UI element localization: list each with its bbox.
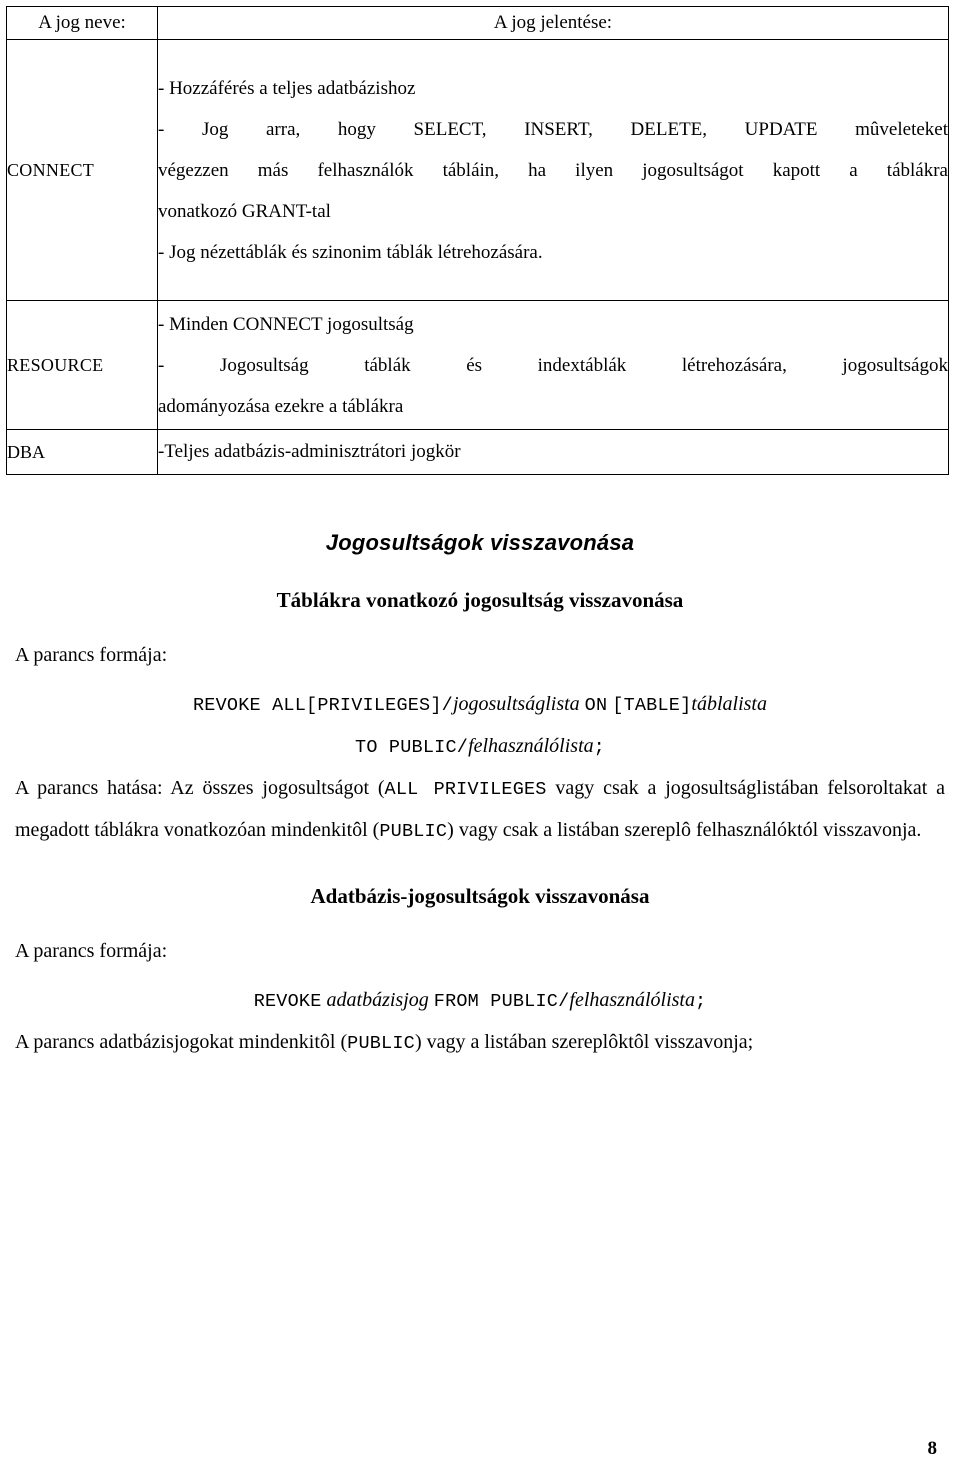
- desc-line: vonatkozó GRANT-tal: [158, 200, 331, 222]
- desc-line: - Hozzáférés a teljes adatbázishoz: [158, 77, 416, 99]
- effect-keyword-all-privileges: ALL PRIVILEGES: [384, 779, 547, 800]
- column-header-right-name: A jog neve:: [6, 6, 158, 40]
- syntax-optional-table: [TABLE]: [612, 695, 692, 716]
- command-form-label-table: A parancs formája:: [15, 644, 168, 666]
- syntax-keyword-from-public: FROM PUBLIC: [433, 991, 559, 1012]
- section-heading-table-rights: Táblákra vonatkozó jogosultság visszavon…: [276, 588, 684, 612]
- syntax-revoke-db-line1: REVOKE adatbázisjog FROM PUBLIC/felhaszn…: [0, 972, 960, 1022]
- right-name-dba: DBA: [6, 429, 158, 475]
- privileges-table: A jog neve: A jog jelentése: CONNECT - H…: [6, 6, 949, 475]
- effect-keyword-public: PUBLIC: [347, 1033, 415, 1054]
- table-header-row: A jog neve: A jog jelentése:: [6, 6, 949, 40]
- desc-line: adományozása ezekre a táblákra: [158, 395, 404, 417]
- right-description-connect: - Hozzáférés a teljes adatbázishoz - Jog…: [157, 39, 949, 301]
- effect-text-part3: ) vagy csak a listában szereplô felhaszn…: [447, 819, 922, 841]
- syntax-keyword-revoke: REVOKE: [253, 991, 322, 1012]
- effect-text-part1: A parancs hatása: Az összes jogosultságo…: [15, 777, 385, 799]
- right-description-dba: -Teljes adatbázis-adminisztrátori jogkör: [157, 429, 949, 475]
- table-row: DBA -Teljes adatbázis-adminisztrátori jo…: [6, 429, 949, 475]
- syntax-placeholder-table-list: táblalista: [691, 693, 767, 715]
- syntax-placeholder-privilege-list: jogosultságlista: [452, 693, 580, 715]
- document-body: Jogosultságok visszavonása Táblákra vona…: [0, 498, 960, 1064]
- right-name-connect: CONNECT: [6, 39, 158, 301]
- page-title: Jogosultságok visszavonása: [325, 530, 635, 555]
- syntax-keyword-on: ON: [584, 695, 608, 716]
- syntax-placeholder-user-list: felhasználólista: [569, 989, 695, 1011]
- desc-line: - Jog arra, hogy SELECT, INSERT, DELETE,…: [158, 118, 948, 140]
- syntax-keyword-to-public: TO PUBLIC: [355, 737, 457, 758]
- right-description-resource: - Minden CONNECT jogosultság - Jogosults…: [157, 300, 949, 430]
- desc-line: - Jogosultság táblák és indextáblák létr…: [158, 354, 948, 376]
- desc-line: végezzen más felhasználók tábláin, ha il…: [158, 159, 948, 181]
- page-number: 8: [927, 1438, 938, 1459]
- effect-text-part2: ) vagy a listában szereplôktôl visszavon…: [414, 1031, 754, 1053]
- section-heading-db-rights: Adatbázis-jogosultságok visszavonása: [310, 884, 650, 908]
- syntax-slash: /: [456, 737, 469, 758]
- syntax-slash: /: [558, 991, 570, 1012]
- syntax-revoke-table-line1: REVOKE ALL[PRIVILEGES]/jogosultságlista …: [0, 676, 960, 726]
- command-effect-db: A parancs adatbázisjogokat mindenkitôl (…: [0, 1022, 960, 1064]
- effect-keyword-public: PUBLIC: [379, 821, 448, 842]
- syntax-semicolon: ;: [593, 737, 605, 758]
- syntax-placeholder-db-right: adatbázisjog: [326, 989, 429, 1011]
- syntax-slash: /: [441, 695, 453, 716]
- syntax-optional-privileges: [PRIVILEGES]: [306, 695, 442, 716]
- right-name-resource: RESOURCE: [6, 300, 158, 430]
- desc-line: - Jog nézettáblák és szinonim táblák lét…: [158, 241, 543, 263]
- column-header-right-meaning: A jog jelentése:: [157, 6, 949, 40]
- syntax-semicolon: ;: [694, 991, 707, 1012]
- desc-line: - Minden CONNECT jogosultság: [158, 313, 414, 335]
- table-row: CONNECT - Hozzáférés a teljes adatbázish…: [6, 39, 949, 301]
- syntax-revoke-table-line2: TO PUBLIC/felhasználólista;: [0, 726, 960, 768]
- document-page: A jog neve: A jog jelentése: CONNECT - H…: [0, 0, 960, 1478]
- command-effect-table: A parancs hatása: Az összes jogosultságo…: [0, 768, 960, 852]
- command-form-label-db: A parancs formája:: [15, 940, 168, 962]
- syntax-placeholder-user-list: felhasználólista: [468, 735, 594, 757]
- effect-text-part1: A parancs adatbázisjogokat mindenkitôl (: [15, 1031, 348, 1053]
- table-row: RESOURCE - Minden CONNECT jogosultság - …: [6, 300, 949, 430]
- syntax-keyword: REVOKE ALL: [193, 695, 307, 716]
